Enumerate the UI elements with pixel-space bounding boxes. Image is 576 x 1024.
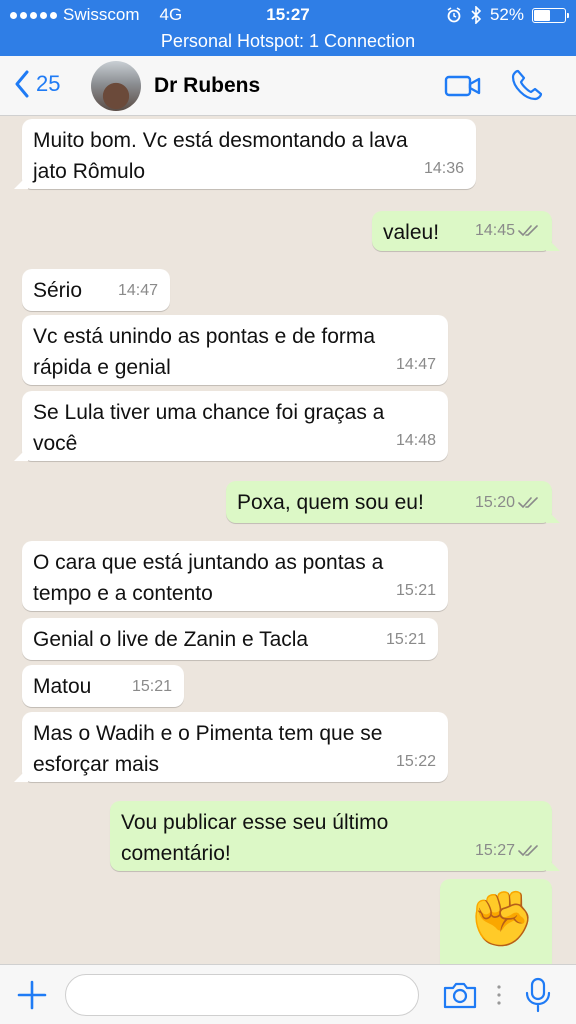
outgoing-message[interactable]: Poxa, quem sou eu! 15:20 (226, 481, 560, 523)
battery-percent: 52% (489, 5, 524, 24)
incoming-message[interactable]: Muito bom. Vc está desmontando a lava ja… (14, 119, 476, 189)
incoming-message[interactable]: O cara que está juntando as pontas a tem… (22, 541, 448, 611)
message-text: Vou publicar esse seu último comentário! (121, 811, 389, 865)
divider-dots-icon (497, 985, 501, 1005)
composer-bar (0, 964, 576, 1024)
message-timestamp: 14:47 (118, 275, 158, 306)
outgoing-message[interactable]: ✊ (440, 879, 552, 964)
message-timestamp: 15:21 (396, 575, 436, 606)
hotspot-banner[interactable]: Personal Hotspot: 1 Connection (0, 28, 576, 56)
message-timestamp: 15:21 (132, 671, 172, 702)
message-text: Muito bom. Vc está desmontando a lava ja… (33, 129, 408, 183)
raised-fist-emoji: ✊ (468, 889, 536, 949)
timestamp-text: 15:21 (395, 582, 436, 599)
message-text: Matou (33, 675, 92, 698)
unread-count: 25 (36, 71, 61, 96)
message-text: Vc está unindo as pontas e de forma rápi… (33, 325, 376, 379)
message-text: Poxa, quem sou eu! (237, 491, 424, 514)
message-list[interactable]: Muito bom. Vc está desmontando a lava ja… (0, 117, 576, 964)
chat-header: 25 Dr Rubens (0, 56, 576, 116)
message-text: Mas o Wadih e o Pimenta tem que se esfor… (33, 722, 383, 776)
timestamp-text: 15:21 (385, 631, 426, 648)
timestamp-text: 15:27 (474, 842, 515, 859)
timestamp-text: 14:47 (395, 356, 436, 373)
incoming-message[interactable]: Vc está unindo as pontas e de forma rápi… (22, 315, 448, 385)
incoming-message[interactable]: Se Lula tiver uma chance foi graças a vo… (14, 391, 448, 461)
bluetooth-icon (471, 6, 482, 24)
outgoing-message[interactable]: Vou publicar esse seu último comentário!… (110, 801, 560, 871)
message-timestamp: 15:27 (475, 835, 540, 866)
timestamp-text: 15:22 (395, 753, 436, 770)
message-timestamp: 15:20 (475, 487, 540, 518)
message-text: O cara que está juntando as pontas a tem… (33, 551, 384, 605)
timestamp-text: 14:36 (423, 160, 464, 177)
message-timestamp: 15:21 (386, 624, 426, 655)
message-text: Genial o live de Zanin e Tacla (33, 628, 309, 651)
message-timestamp: 14:48 (396, 425, 436, 456)
timestamp-text: 14:47 (117, 282, 158, 299)
double-check-icon (518, 844, 538, 856)
alarm-icon (447, 7, 461, 23)
status-bar: Swisscom 4G 15:27 52% Personal Hotspot: … (0, 0, 576, 56)
video-call-icon[interactable] (444, 72, 482, 100)
message-timestamp: 14:36 (424, 153, 464, 184)
timestamp-text: 14:45 (474, 222, 515, 239)
message-text: valeu! (383, 221, 440, 244)
message-timestamp: 14:45 (475, 215, 540, 246)
back-button[interactable]: 25 (14, 70, 60, 98)
message-text: Sério (33, 279, 83, 302)
incoming-message[interactable]: Mas o Wadih e o Pimenta tem que se esfor… (14, 712, 448, 782)
microphone-icon[interactable] (524, 977, 552, 1013)
message-input[interactable] (65, 974, 419, 1016)
chevron-left-icon (15, 70, 29, 98)
message-timestamp: 15:22 (396, 746, 436, 777)
incoming-message[interactable]: Matou 15:21 (22, 665, 184, 707)
timestamp-text: 15:20 (474, 494, 515, 511)
phone-call-icon[interactable] (510, 68, 544, 102)
message-timestamp: 14:47 (396, 349, 436, 380)
timestamp-text: 14:48 (395, 432, 436, 449)
timestamp-text: 15:21 (131, 678, 172, 695)
contact-name[interactable]: Dr Rubens (154, 74, 260, 98)
camera-icon[interactable] (442, 979, 478, 1011)
contact-avatar[interactable] (91, 61, 141, 111)
incoming-message[interactable]: Sério 14:47 (22, 269, 170, 311)
message-text: Se Lula tiver uma chance foi graças a vo… (33, 401, 385, 455)
battery-icon (532, 7, 569, 23)
double-check-icon (518, 224, 538, 236)
status-icons: 52% (446, 5, 569, 25)
incoming-message[interactable]: Genial o live de Zanin e Tacla 15:21 (22, 618, 438, 660)
plus-icon[interactable] (16, 979, 48, 1011)
outgoing-message[interactable]: valeu! 14:45 (372, 211, 560, 251)
double-check-icon (518, 496, 538, 508)
